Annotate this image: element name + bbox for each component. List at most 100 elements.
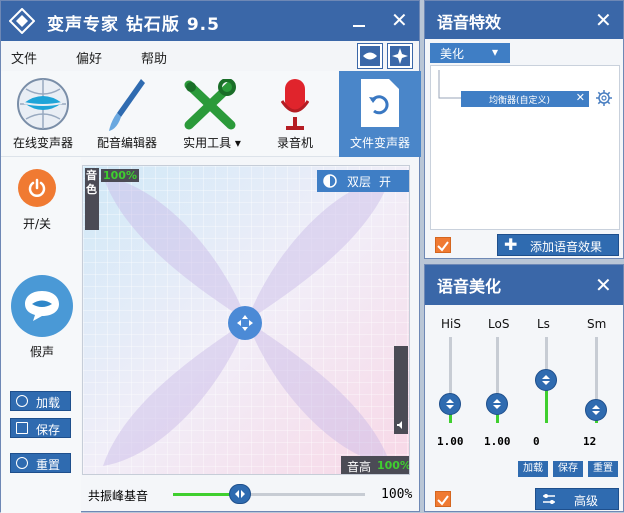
add-effect-label: 添加语音效果 <box>530 240 603 254</box>
reset-icon <box>16 457 28 469</box>
save-button[interactable]: 保存 <box>10 418 71 438</box>
pad-center-knob[interactable] <box>228 306 262 340</box>
skin-button[interactable] <box>357 43 383 69</box>
tool-file-voice-changer[interactable]: 文件变声器 <box>339 71 421 157</box>
eq-band-label: HiS <box>441 317 461 331</box>
resonance-row: 共振峰基音 100% <box>81 479 421 509</box>
effects-window: 语音特效 ✕ 美化 ▾ 均衡器(自定义) ✕ ✚ 添加语音效果 <box>424 0 624 259</box>
up-down-arrows-icon <box>592 405 600 416</box>
power-button[interactable] <box>18 169 56 207</box>
close-button[interactable]: ✕ <box>391 8 408 32</box>
beautify-load-button[interactable]: 加载 <box>518 461 548 477</box>
power-icon <box>28 178 46 197</box>
app-title: 变声专家 钻石版 9.5 <box>47 15 220 35</box>
eq-band-knob[interactable] <box>486 393 508 416</box>
menu-help[interactable]: 帮助 <box>141 48 167 67</box>
eq-band-value: 0 <box>533 435 540 448</box>
eq-band-label: Ls <box>537 317 550 331</box>
eq-band-value: 12 <box>583 435 597 448</box>
minimize-button[interactable] <box>353 25 365 27</box>
effect-chip-equalizer[interactable]: 均衡器(自定义) ✕ <box>461 91 589 107</box>
voice-pad[interactable]: 音色 100% 双层 开 音高 100% <box>82 165 410 475</box>
tool-label: 在线变声器 <box>12 136 73 150</box>
falsetto-label: 假声 <box>30 345 55 359</box>
main-window: 变声专家 钻石版 9.5 ✕ 文件 偏好 帮助 在线变声器 配音编辑器 实用工具… <box>0 0 421 513</box>
up-down-arrows-icon <box>542 375 550 385</box>
file-refresh-icon <box>361 79 399 127</box>
speech-bubble-icon <box>25 291 59 321</box>
load-button[interactable]: 加载 <box>10 391 71 411</box>
remove-effect-icon[interactable]: ✕ <box>576 91 585 104</box>
pitch-value: 100% <box>377 459 410 472</box>
tool-label: 实用工具 ▾ <box>183 136 241 150</box>
up-down-arrows-icon <box>446 399 454 410</box>
advanced-label: 高级 <box>574 494 599 508</box>
side-controls: 开/关 假声 加载 保存 重置 <box>1 157 81 513</box>
tool-label: 录音机 <box>276 136 313 150</box>
left-right-arrows-icon <box>235 490 246 498</box>
lips-globe-icon <box>17 78 69 130</box>
lips-icon <box>363 52 377 60</box>
half-circle-icon <box>323 174 337 188</box>
checkmark-icon <box>437 241 449 252</box>
move-arrows-icon <box>237 315 253 331</box>
tool-utilities[interactable]: 实用工具 ▾ <box>173 71 251 157</box>
resonance-slider-knob[interactable] <box>229 484 252 504</box>
effects-close-button[interactable]: ✕ <box>595 8 612 32</box>
checkmark-icon <box>437 495 449 506</box>
sparkle-icon <box>392 48 408 64</box>
effects-chain: 均衡器(自定义) ✕ <box>430 65 620 230</box>
sliders-icon <box>543 494 555 504</box>
beautify-close-button[interactable]: ✕ <box>595 273 612 297</box>
tool-label: 文件变声器 <box>349 136 410 150</box>
menu-file[interactable]: 文件 <box>11 48 37 67</box>
beautify-enable-checkbox[interactable] <box>435 491 451 507</box>
microphone-icon <box>281 79 309 130</box>
dropdown-value: 美化 <box>440 47 465 61</box>
app-logo-icon <box>9 8 35 34</box>
toolbar: 在线变声器 配音编辑器 实用工具 ▾ 录音机 文件变声器 <box>1 71 421 157</box>
beautify-titlebar[interactable]: 语音美化 ✕ <box>425 265 623 305</box>
tool-label: 配音编辑器 <box>96 136 157 150</box>
dual-layer-toggle[interactable]: 双层 开 <box>317 170 409 192</box>
beautify-reset-button[interactable]: 重置 <box>588 461 618 477</box>
effects-toggle-button[interactable] <box>387 43 413 69</box>
add-effect-button[interactable]: ✚ 添加语音效果 <box>497 234 619 256</box>
paintbrush-icon <box>109 79 145 131</box>
power-label: 开/关 <box>23 217 52 231</box>
reset-button[interactable]: 重置 <box>10 453 71 473</box>
beautify-save-button[interactable]: 保存 <box>553 461 583 477</box>
beautify-title: 语音美化 <box>437 277 502 296</box>
effects-titlebar[interactable]: 语音特效 ✕ <box>425 1 623 39</box>
tool-recorder[interactable]: 录音机 <box>257 71 333 157</box>
pitch-label: 音高 <box>347 460 372 474</box>
dual-layer-label: 双层 <box>347 175 372 189</box>
tools-icon <box>184 79 236 130</box>
save-icon <box>16 422 28 434</box>
eq-band-label: LoS <box>488 317 510 331</box>
effect-chip-label: 均衡器(自定义) <box>489 96 551 106</box>
eq-band-knob[interactable] <box>439 393 461 416</box>
effects-title: 语音特效 <box>437 13 502 32</box>
resonance-label: 共振峰基音 <box>88 489 149 503</box>
tool-online-voice-changer[interactable]: 在线变声器 <box>5 71 81 157</box>
plus-icon: ✚ <box>504 235 518 254</box>
resonance-value: 100% <box>381 487 413 502</box>
main-titlebar[interactable]: 变声专家 钻石版 9.5 ✕ <box>1 1 419 41</box>
effects-category-dropdown[interactable]: 美化 ▾ <box>430 43 510 63</box>
timbre-value: 100% <box>101 169 139 182</box>
chevron-down-icon: ▾ <box>492 45 499 59</box>
eq-band-value: 1.00 <box>484 435 511 448</box>
eq-band-value: 1.00 <box>437 435 464 448</box>
tool-dubbing-editor[interactable]: 配音编辑器 <box>89 71 165 157</box>
up-down-arrows-icon <box>493 399 501 410</box>
timbre-label: 音色 <box>86 169 97 196</box>
advanced-button[interactable]: 高级 <box>535 488 619 510</box>
eq-band-knob[interactable] <box>535 369 557 391</box>
menu-preferences[interactable]: 偏好 <box>76 48 102 67</box>
falsetto-button[interactable] <box>11 275 73 337</box>
settings-gear-icon[interactable] <box>595 89 613 107</box>
effects-enable-checkbox[interactable] <box>435 237 451 253</box>
eq-band-label: Sm <box>587 317 607 331</box>
eq-band-knob[interactable] <box>585 399 607 422</box>
